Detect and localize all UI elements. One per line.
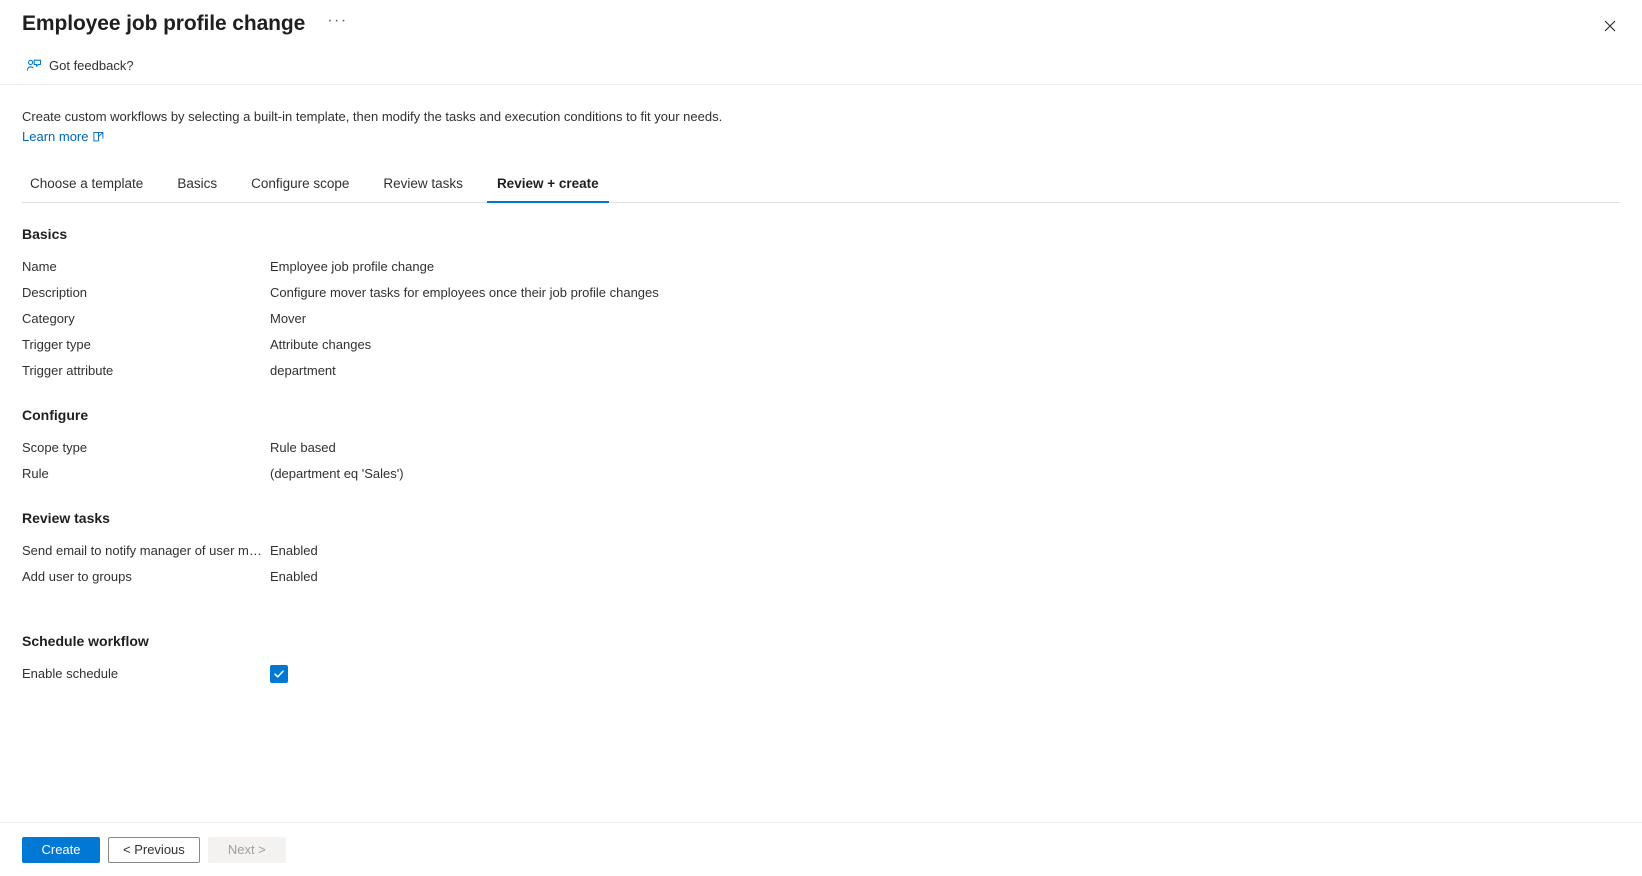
blade-titlebar: Employee job profile change ··· [0,0,1642,48]
previous-button[interactable]: < Previous [108,836,200,863]
summary-key: Name [22,259,57,274]
learn-more-link[interactable]: Learn more [22,127,104,146]
summary-value: (department eq 'Sales') [270,466,404,481]
summary-key: Rule [22,466,49,481]
summary-value: Mover [270,311,307,326]
tab-basics[interactable]: Basics [167,175,227,202]
summary-row-trigger-attribute: Trigger attribute department [22,358,1620,384]
summary-key: Category [22,311,75,326]
tab-review-create[interactable]: Review + create [486,175,609,203]
section-title-schedule-workflow: Schedule workflow [22,633,149,649]
wizard-footer: Create < Previous Next > [0,822,1642,876]
section-title-basics: Basics [22,226,68,242]
summary-row-add-user-to-groups: Add user to groups Enabled [22,564,1620,590]
close-button[interactable] [1594,10,1626,42]
summary-key: Add user to groups [22,569,132,584]
tab-configure-scope[interactable]: Configure scope [241,175,359,202]
tab-review-tasks[interactable]: Review tasks [373,175,473,202]
wizard-tabs: Choose a template Basics Configure scope… [22,166,1620,203]
section-title-review-tasks: Review tasks [22,510,110,526]
summary-key: Scope type [22,440,88,455]
summary-value: Rule based [270,440,336,455]
summary-value: Enabled [270,569,318,584]
summary-row-scope-type: Scope type Rule based [22,435,1620,461]
summary-key: Description [22,285,88,300]
section-review-tasks: Review tasks Send email to notify manage… [22,509,1620,590]
more-options-icon[interactable]: ··· [321,10,353,38]
intro-text: Create custom workflows by selecting a b… [22,109,723,124]
summary-value: Employee job profile change [270,259,435,274]
section-title-configure: Configure [22,407,89,423]
section-schedule-workflow: Schedule workflow Enable schedule [22,632,1620,687]
tab-choose-a-template[interactable]: Choose a template [20,175,153,202]
got-feedback-label: Got feedback? [49,58,134,73]
page-title: Employee job profile change [22,12,306,35]
section-configure: Configure Scope type Rule based Rule (de… [22,406,1620,487]
summary-value: Enabled [270,543,318,558]
summary-row-notify-manager: Send email to notify manager of user mov… [22,538,1620,564]
close-icon [1604,20,1616,32]
enable-schedule-checkbox[interactable] [270,665,288,683]
external-link-icon [93,132,104,142]
feedback-person-icon [26,58,42,74]
learn-more-label: Learn more [22,129,89,144]
got-feedback-button[interactable]: Got feedback? [22,53,140,79]
blade-content: Create custom workflows by selecting a b… [0,85,1642,821]
summary-key: Trigger type [22,337,91,352]
create-button[interactable]: Create [22,836,100,863]
checkmark-icon [274,670,284,678]
next-button: Next > [207,836,286,863]
summary-row-description: Description Configure mover tasks for em… [22,280,1620,306]
command-bar: Got feedback? [0,48,1642,85]
summary-key: Trigger attribute [22,363,114,378]
summary-row-trigger-type: Trigger type Attribute changes [22,332,1620,358]
summary-row-rule: Rule (department eq 'Sales') [22,461,1620,487]
summary-key: Send email to notify manager of user mov… [22,543,270,558]
summary-value: department [270,363,336,378]
enable-schedule-label: Enable schedule [22,666,119,681]
section-basics: Basics Name Employee job profile change … [22,225,1620,384]
summary-row-name: Name Employee job profile change [22,254,1620,280]
summary-value: Attribute changes [270,337,372,352]
summary-row-category: Category Mover [22,306,1620,332]
summary-row-enable-schedule: Enable schedule [22,661,1620,687]
summary-value: Configure mover tasks for employees once… [270,285,659,300]
